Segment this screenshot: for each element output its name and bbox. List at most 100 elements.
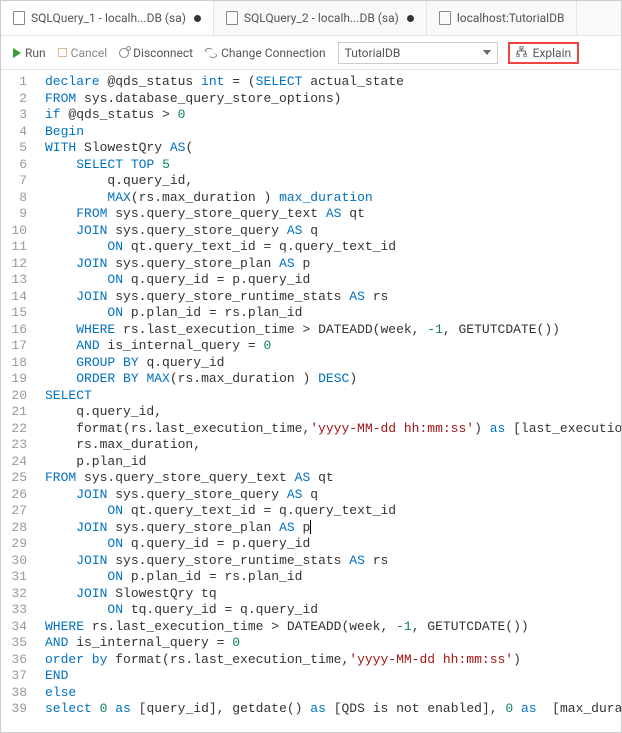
dirty-dot-icon <box>407 15 414 22</box>
code-line[interactable]: ON tq.query_id = q.query_id <box>45 602 617 619</box>
stop-icon <box>58 48 67 57</box>
line-number: 8 <box>5 190 27 207</box>
code-line[interactable]: JOIN sys.query_store_runtime_stats AS rs <box>45 553 617 570</box>
tab-label: localhost:TutorialDB <box>457 11 565 25</box>
code-line[interactable]: WHERE rs.last_execution_time > DATEADD(w… <box>45 322 617 339</box>
disconnect-button[interactable]: Disconnect <box>115 44 197 62</box>
line-number: 17 <box>5 338 27 355</box>
database-selected: TutorialDB <box>345 46 401 60</box>
disconnect-icon <box>119 48 129 58</box>
code-editor[interactable]: 1234567891011121314151617181920212223242… <box>1 70 621 732</box>
line-number: 12 <box>5 256 27 273</box>
run-button[interactable]: Run <box>9 44 50 62</box>
tab-sqlquery-2[interactable]: SQLQuery_2 - localh...DB (sa) <box>214 1 427 35</box>
code-line[interactable]: Begin <box>45 124 617 141</box>
tab-tutorialdb[interactable]: localhost:TutorialDB <box>427 1 578 35</box>
code-line[interactable]: select 0 as [query_id], getdate() as [QD… <box>45 701 617 718</box>
line-number: 23 <box>5 437 27 454</box>
tab-sqlquery-1[interactable]: SQLQuery_1 - localh...DB (sa) <box>1 1 214 35</box>
line-number: 1 <box>5 74 27 91</box>
line-number: 20 <box>5 388 27 405</box>
code-line[interactable]: declare @qds_status int = (SELECT actual… <box>45 74 617 91</box>
line-number: 5 <box>5 140 27 157</box>
sitemap-icon <box>516 46 527 60</box>
code-line[interactable]: GROUP BY q.query_id <box>45 355 617 372</box>
explain-button[interactable]: Explain <box>508 42 580 64</box>
line-number: 24 <box>5 454 27 471</box>
line-number: 38 <box>5 685 27 702</box>
code-line[interactable]: JOIN SlowestQry tq <box>45 586 617 603</box>
line-number: 34 <box>5 619 27 636</box>
code-line[interactable]: SELECT <box>45 388 617 405</box>
line-number: 39 <box>5 701 27 718</box>
line-number: 35 <box>5 635 27 652</box>
code-line[interactable]: FROM sys.query_store_query_text AS qt <box>45 206 617 223</box>
code-line[interactable]: JOIN sys.query_store_plan AS p <box>45 256 617 273</box>
line-number: 31 <box>5 569 27 586</box>
code-line[interactable]: ON p.plan_id = rs.plan_id <box>45 569 617 586</box>
line-number: 7 <box>5 173 27 190</box>
line-number: 33 <box>5 602 27 619</box>
code-line[interactable]: format(rs.last_execution_time,'yyyy-MM-d… <box>45 421 617 438</box>
code-line[interactable]: order by format(rs.last_execution_time,'… <box>45 652 617 669</box>
code-line[interactable]: AND is_internal_query = 0 <box>45 635 617 652</box>
line-number-gutter: 1234567891011121314151617181920212223242… <box>1 70 35 732</box>
code-line[interactable]: if @qds_status > 0 <box>45 107 617 124</box>
code-line[interactable]: JOIN sys.query_store_query AS q <box>45 223 617 240</box>
code-line[interactable]: ON q.query_id = p.query_id <box>45 272 617 289</box>
line-number: 26 <box>5 487 27 504</box>
line-number: 32 <box>5 586 27 603</box>
code-line[interactable]: MAX(rs.max_duration ) max_duration <box>45 190 617 207</box>
code-line[interactable]: SELECT TOP 5 <box>45 157 617 174</box>
line-number: 11 <box>5 239 27 256</box>
code-line[interactable]: rs.max_duration, <box>45 437 617 454</box>
change-connection-button[interactable]: Change Connection <box>201 44 330 62</box>
code-line[interactable]: ON p.plan_id = rs.plan_id <box>45 305 617 322</box>
line-number: 22 <box>5 421 27 438</box>
line-number: 27 <box>5 503 27 520</box>
code-line[interactable]: p.plan_id <box>45 454 617 471</box>
cancel-label: Cancel <box>71 46 108 60</box>
run-label: Run <box>25 46 46 60</box>
line-number: 13 <box>5 272 27 289</box>
line-number: 37 <box>5 668 27 685</box>
code-line[interactable]: q.query_id, <box>45 404 617 421</box>
code-line[interactable]: JOIN sys.query_store_plan AS p <box>45 520 617 537</box>
line-number: 15 <box>5 305 27 322</box>
code-line[interactable]: ORDER BY MAX(rs.max_duration ) DESC) <box>45 371 617 388</box>
line-number: 28 <box>5 520 27 537</box>
refresh-icon <box>205 48 217 58</box>
line-number: 18 <box>5 355 27 372</box>
code-line[interactable]: else <box>45 685 617 702</box>
file-icon <box>439 11 451 25</box>
line-number: 19 <box>5 371 27 388</box>
code-line[interactable]: ON qt.query_text_id = q.query_text_id <box>45 239 617 256</box>
code-line[interactable]: FROM sys.query_store_query_text AS qt <box>45 470 617 487</box>
line-number: 3 <box>5 107 27 124</box>
code-line[interactable]: WHERE rs.last_execution_time > DATEADD(w… <box>45 619 617 636</box>
code-line[interactable]: ON qt.query_text_id = q.query_text_id <box>45 503 617 520</box>
line-number: 9 <box>5 206 27 223</box>
cancel-button[interactable]: Cancel <box>54 44 112 62</box>
play-icon <box>13 48 21 58</box>
database-selector[interactable]: TutorialDB <box>338 42 498 64</box>
change-connection-label: Change Connection <box>221 46 326 60</box>
code-line[interactable]: ON q.query_id = p.query_id <box>45 536 617 553</box>
code-line[interactable]: AND is_internal_query = 0 <box>45 338 617 355</box>
code-line[interactable]: END <box>45 668 617 685</box>
disconnect-label: Disconnect <box>133 46 193 60</box>
code-line[interactable]: JOIN sys.query_store_runtime_stats AS rs <box>45 289 617 306</box>
code-line[interactable]: FROM sys.database_query_store_options) <box>45 91 617 108</box>
dirty-dot-icon <box>194 15 201 22</box>
chevron-down-icon <box>483 50 491 55</box>
line-number: 16 <box>5 322 27 339</box>
line-number: 29 <box>5 536 27 553</box>
line-number: 2 <box>5 91 27 108</box>
code-line[interactable]: JOIN sys.query_store_query AS q <box>45 487 617 504</box>
code-line[interactable]: WITH SlowestQry AS( <box>45 140 617 157</box>
code-line[interactable]: q.query_id, <box>45 173 617 190</box>
line-number: 14 <box>5 289 27 306</box>
line-number: 6 <box>5 157 27 174</box>
tab-bar: SQLQuery_1 - localh...DB (sa) SQLQuery_2… <box>1 1 621 36</box>
code-content[interactable]: declare @qds_status int = (SELECT actual… <box>35 70 621 732</box>
